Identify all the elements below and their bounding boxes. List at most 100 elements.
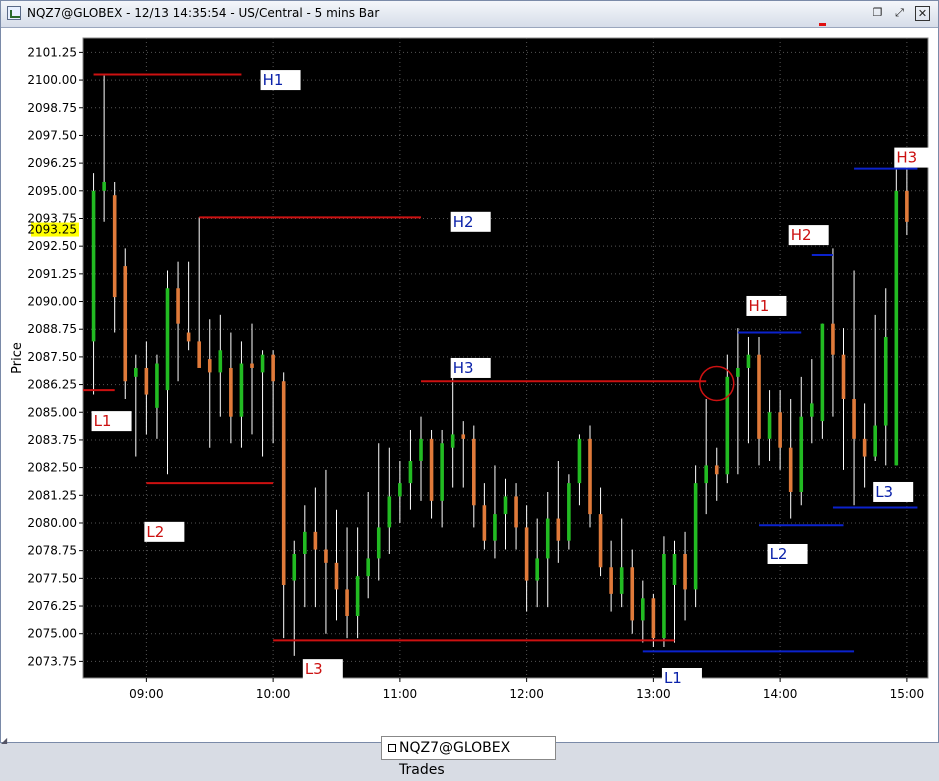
candle-body <box>820 323 825 422</box>
candle-body <box>123 266 128 382</box>
chart-area[interactable]: 2101.25 2100.00 2098.75 2097.50 2096.25 2095.… <box>1 28 938 778</box>
price-chart[interactable]: 2101.25 2100.00 2098.75 2097.50 2096.25 2095.… <box>1 28 938 708</box>
candle-body <box>345 589 349 616</box>
candle-body <box>239 363 244 417</box>
candle-body <box>609 567 613 594</box>
level-label: H3 <box>896 149 917 167</box>
restore-icon[interactable]: ❐ <box>870 6 885 21</box>
y-tick-label: 2087.50 <box>27 350 77 364</box>
title-bar[interactable]: NQZ7@GLOBEX - 12/13 14:35:54 - US/Centra… <box>1 1 938 28</box>
legend-label: NQZ7@GLOBEX Trades <box>399 740 511 778</box>
y-tick-label: 2088.75 <box>27 322 77 336</box>
candle-body <box>514 496 518 528</box>
y-tick-label: 2095.00 <box>27 184 77 198</box>
x-tick-label: 10:00 <box>256 687 291 701</box>
candle-body <box>218 350 223 373</box>
candle-body <box>271 354 275 382</box>
candle-body <box>250 363 254 368</box>
y-tick-label: 2080.00 <box>27 516 77 530</box>
candle-body <box>461 434 466 439</box>
level-label: L3 <box>305 660 323 678</box>
candle-body <box>524 527 529 581</box>
candle-body <box>778 412 782 448</box>
candle-body <box>102 181 106 191</box>
y-tick-label: 2083.75 <box>27 433 77 447</box>
candle-body <box>155 363 159 408</box>
candle-body <box>894 190 899 466</box>
candle-body <box>165 288 170 391</box>
status-dash <box>819 23 826 26</box>
level-label: L1 <box>664 669 682 687</box>
candle-body <box>651 598 656 639</box>
candle-body <box>324 549 328 563</box>
chart-app-icon <box>7 6 21 20</box>
candle-body <box>746 354 751 368</box>
candle-body <box>303 531 307 554</box>
candle-body <box>619 567 624 594</box>
candle-body <box>788 447 793 492</box>
candle-body <box>567 483 571 541</box>
candle-body <box>450 434 455 448</box>
y-axis-label: Price <box>10 342 25 374</box>
candle-body <box>810 403 814 417</box>
level-label: L3 <box>875 483 893 501</box>
candle-body <box>862 438 867 457</box>
candle-body <box>905 190 909 222</box>
candle-body <box>630 567 635 621</box>
candle-body <box>176 288 180 324</box>
candle-body <box>281 381 286 585</box>
y-tick-label: 2077.50 <box>27 571 77 585</box>
candle-body <box>535 558 539 581</box>
x-tick-label: 12:00 <box>509 687 544 701</box>
resize-grip-icon[interactable]: ◢ <box>1 736 15 745</box>
candle-body <box>799 416 804 492</box>
candle-body <box>852 398 856 439</box>
x-tick-label: 13:00 <box>636 687 671 701</box>
candle-body <box>334 562 339 590</box>
y-tick-label: 2092.50 <box>27 239 77 253</box>
candle-body <box>398 483 402 497</box>
y-tick-label: 2098.75 <box>27 101 77 115</box>
candle-body <box>429 438 434 501</box>
candle-body <box>419 438 423 461</box>
y-tick-label: 2096.25 <box>27 156 77 170</box>
candle-body <box>725 376 730 475</box>
y-tick-label: 2076.25 <box>27 599 77 613</box>
candle-body <box>588 438 592 515</box>
level-label: L1 <box>94 412 112 430</box>
legend[interactable]: NQZ7@GLOBEX Trades <box>381 736 556 778</box>
y-tick-label: 2078.75 <box>27 544 77 558</box>
candle-body <box>641 598 645 621</box>
candle-body <box>841 354 846 399</box>
candle-body <box>229 367 233 417</box>
candle-body <box>757 354 761 439</box>
candle-body <box>693 483 698 590</box>
candle-body <box>260 354 265 373</box>
candle-body <box>683 553 687 590</box>
y-tick-label: 2100.00 <box>27 73 77 87</box>
candle-body <box>387 496 392 528</box>
level-label: H1 <box>263 71 284 89</box>
candle-body <box>313 531 318 550</box>
y-tick-label: 2085.00 <box>27 405 77 419</box>
maximize-icon[interactable]: ⤢ <box>892 6 907 21</box>
window-title: NQZ7@GLOBEX - 12/13 14:35:54 - US/Centra… <box>27 6 380 20</box>
y-tick-label: 2101.25 <box>27 45 77 59</box>
candle-body <box>376 527 381 559</box>
candle-body <box>577 438 582 484</box>
candle-body <box>556 518 561 541</box>
x-tick-label: 14:00 <box>763 687 798 701</box>
candle-body <box>134 367 138 377</box>
candle-body <box>883 336 888 426</box>
candle-body <box>598 514 603 568</box>
level-label: H3 <box>453 359 474 377</box>
x-tick-label: 11:00 <box>383 687 418 701</box>
y-tick-label: 2075.00 <box>27 627 77 641</box>
y-tick-label: 2090.00 <box>27 295 77 309</box>
candle-body <box>672 553 677 585</box>
y-tick-label: 2091.25 <box>27 267 77 281</box>
close-icon[interactable]: ✕ <box>915 6 930 21</box>
x-tick-label: 15:00 <box>890 687 925 701</box>
y-tick-label: 2086.25 <box>27 378 77 392</box>
current-price-label: 2093.25 <box>27 223 77 237</box>
